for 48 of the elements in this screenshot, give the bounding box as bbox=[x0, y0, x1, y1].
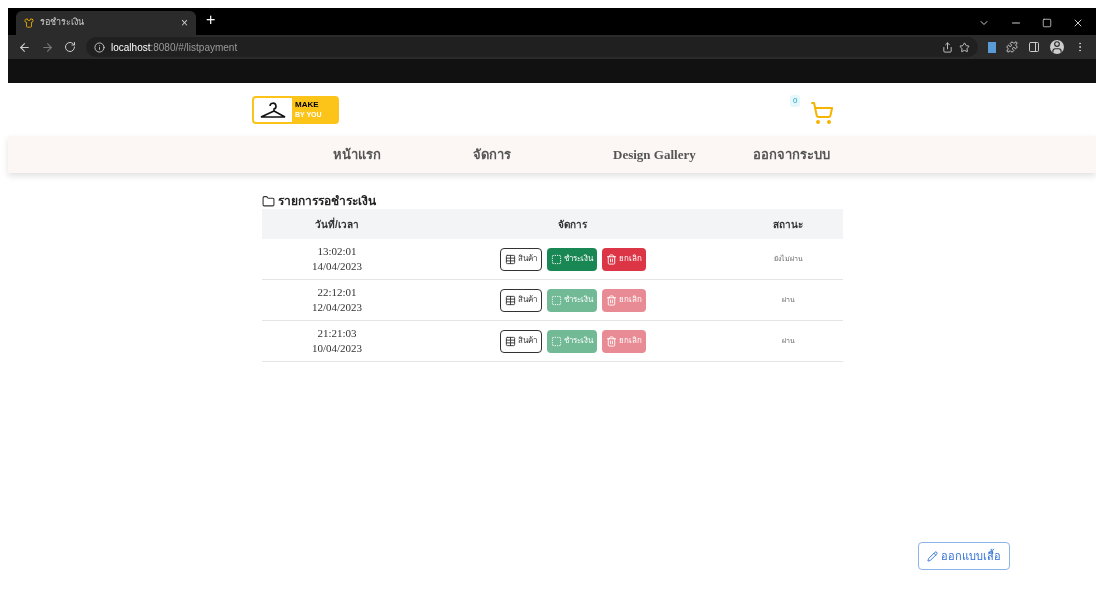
forward-icon[interactable] bbox=[41, 40, 54, 54]
window-icon bbox=[550, 294, 562, 306]
date-time-cell-text: 13:02:01 14/04/2023 bbox=[310, 244, 364, 274]
date-time-cell-text: 22:12:01 12/04/2023 bbox=[310, 285, 364, 315]
tab-close-button[interactable]: × bbox=[181, 14, 188, 32]
close-icon[interactable] bbox=[1072, 17, 1084, 29]
share-icon[interactable] bbox=[942, 41, 953, 53]
bookmark-star-icon[interactable] bbox=[959, 41, 970, 53]
nav-link[interactable]: ออกจากระบบ bbox=[753, 144, 873, 165]
extensions-icon[interactable] bbox=[1006, 41, 1018, 53]
table-icon bbox=[504, 294, 516, 306]
trash-icon bbox=[605, 335, 617, 347]
extension-icon[interactable] bbox=[988, 41, 996, 53]
tab-favicon-icon bbox=[24, 18, 34, 28]
hanger-icon bbox=[259, 100, 287, 119]
back-icon[interactable] bbox=[18, 40, 31, 54]
pay-button[interactable]: ชำระเงิน bbox=[546, 247, 597, 271]
nav-link[interactable]: Design Gallery bbox=[613, 144, 753, 165]
date-time-cell-text: 21:21:03 10/04/2023 bbox=[310, 326, 364, 356]
column-header: จัดการ bbox=[557, 217, 588, 232]
address-field[interactable]: localhost:8080/#/listpayment bbox=[86, 37, 978, 57]
logo-text: MAKE bbox=[295, 99, 320, 110]
nav-link[interactable]: หน้าแรก bbox=[333, 144, 473, 165]
table-icon bbox=[504, 335, 516, 347]
profile-icon[interactable] bbox=[1050, 40, 1064, 54]
browser-tab[interactable]: รอชำระเงิน × bbox=[16, 11, 196, 35]
design-shirt-button[interactable]: ออกแบบเสื้อ bbox=[918, 542, 1010, 570]
url-text: localhost:8080/#/listpayment bbox=[111, 40, 238, 55]
nav-link[interactable]: จัดการ bbox=[473, 144, 613, 165]
pencil-icon bbox=[927, 550, 938, 562]
window-icon bbox=[550, 253, 562, 265]
table-icon bbox=[504, 253, 516, 265]
column-header: วันที่/เวลา bbox=[314, 216, 360, 232]
cart-count-badge: 0 bbox=[790, 94, 801, 107]
side-panel-icon[interactable] bbox=[1028, 41, 1040, 53]
window-icon bbox=[550, 335, 562, 347]
new-tab-button[interactable]: + bbox=[206, 8, 216, 32]
page-title: รายการรอชำระเงิน bbox=[278, 193, 376, 210]
site-info-icon[interactable] bbox=[94, 41, 105, 53]
column-header: สถานะ bbox=[772, 217, 804, 232]
tab-title: รอชำระเงิน bbox=[40, 16, 85, 30]
reload-icon[interactable] bbox=[64, 41, 76, 53]
products-button[interactable]: สินค้า bbox=[499, 247, 542, 271]
maximize-icon[interactable] bbox=[1042, 18, 1052, 28]
cancel-button[interactable]: ยกเลิก bbox=[601, 247, 646, 271]
folder-icon bbox=[262, 194, 275, 208]
trash-icon bbox=[605, 253, 617, 265]
trash-icon bbox=[605, 294, 617, 306]
